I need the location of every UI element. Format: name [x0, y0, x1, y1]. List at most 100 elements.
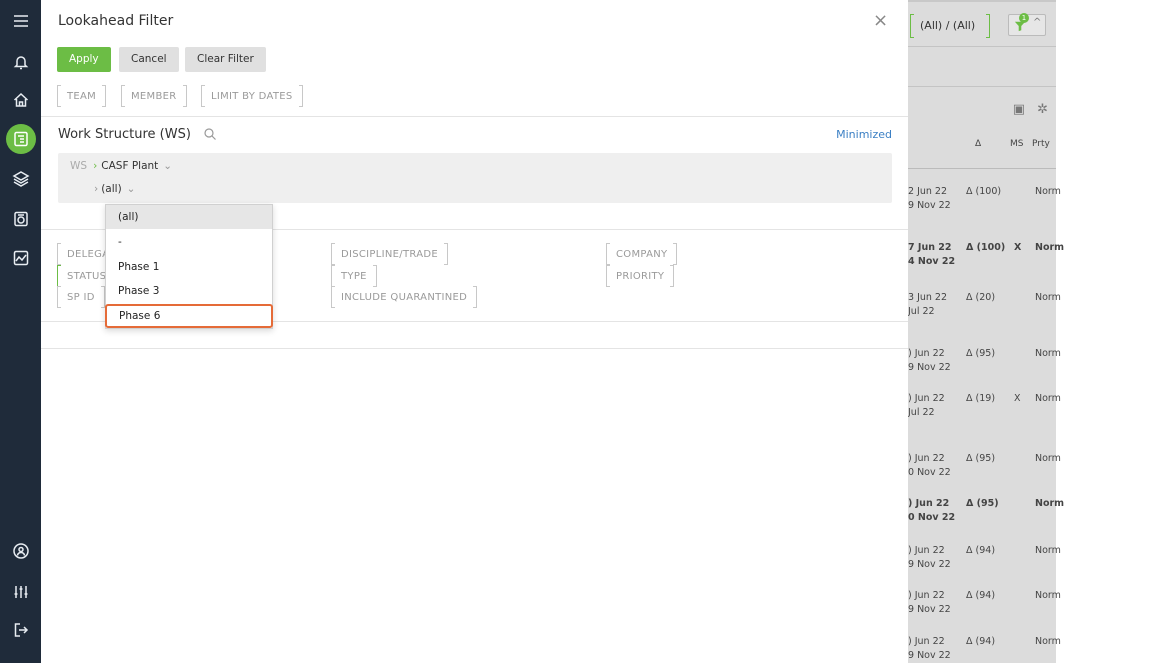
settings-sliders-icon[interactable] — [4, 577, 37, 607]
ms-header: MS — [1010, 139, 1024, 149]
finish-date-cell: 9 Nov 22 — [908, 650, 951, 661]
menu-icon[interactable] — [4, 6, 37, 36]
delta-cell: Δ (95) — [966, 453, 996, 464]
delta-cell: Δ (100) — [966, 242, 1006, 253]
ws-level2[interactable]: (all) — [101, 183, 121, 195]
type-label: TYPE — [341, 270, 367, 282]
dropdown-option-all[interactable]: (all) — [106, 205, 272, 229]
status-field[interactable]: STATUS — [57, 265, 106, 287]
limit-by-dates-field[interactable]: LIMIT BY DATES — [201, 85, 303, 107]
bg-filter-button[interactable]: 1 ^ — [1008, 13, 1046, 36]
clear-filter-button[interactable]: Clear Filter — [185, 47, 266, 72]
start-date-cell: ) Jun 22 — [908, 348, 945, 359]
priority-label: PRIORITY — [616, 270, 665, 282]
priority-field[interactable]: PRIORITY — [606, 265, 675, 287]
delegate-field[interactable]: DELEGA — [57, 243, 109, 265]
priority-cell: Norm — [1035, 545, 1061, 556]
bg-bracket-right — [986, 14, 990, 38]
priority-cell: Norm — [1035, 393, 1061, 404]
start-date-cell: ) Jun 22 — [908, 498, 950, 509]
delta-cell: Δ (100) — [966, 186, 1002, 197]
user-icon[interactable] — [4, 536, 37, 566]
bg-bracket-left — [910, 14, 914, 38]
bg-filter-value[interactable]: (All) / (All) — [920, 19, 975, 32]
delta-cell: Δ (94) — [966, 590, 996, 601]
bg-table-header: Δ MS Prty — [908, 139, 1056, 153]
finish-date-cell: 9 Nov 22 — [908, 559, 951, 570]
search-icon[interactable] — [203, 127, 217, 141]
member-label: MEMBER — [131, 90, 177, 102]
bg-tools: ▣ ✲ — [1013, 102, 1048, 117]
finish-date-cell: 0 Nov 22 — [908, 512, 956, 523]
delta-cell: Δ (94) — [966, 545, 996, 556]
discipline-trade-field[interactable]: DISCIPLINE/TRADE — [331, 243, 448, 265]
team-label: TEAM — [67, 90, 97, 102]
modal-title: Lookahead Filter — [58, 13, 174, 29]
delta-cell: Δ (19) — [966, 393, 996, 404]
bg-divider — [908, 86, 1056, 87]
gear-icon[interactable]: ✲ — [1037, 102, 1048, 117]
priority-cell: Norm — [1035, 453, 1061, 464]
sp-id-label: SP ID — [67, 291, 95, 303]
layers-icon[interactable] — [4, 164, 37, 194]
chevron-down-icon[interactable]: ⌄ — [163, 160, 172, 172]
status-label: STATUS — [67, 270, 107, 282]
start-date-cell: 2 Jun 22 — [908, 186, 948, 197]
minimized-link[interactable]: Minimized — [836, 128, 892, 141]
company-label: COMPANY — [616, 248, 668, 260]
chevron-down-icon[interactable]: ⌄ — [127, 183, 136, 195]
finish-date-cell: Jul 22 — [908, 306, 935, 317]
chevron-right-icon: › — [93, 160, 98, 172]
dropdown-option-phase-6[interactable]: Phase 6 — [105, 304, 273, 328]
team-field[interactable]: TEAM — [57, 85, 107, 107]
bg-divider — [908, 46, 1056, 47]
member-field[interactable]: MEMBER — [121, 85, 187, 107]
type-field[interactable]: TYPE — [331, 265, 377, 287]
delta-cell: Δ (95) — [966, 498, 999, 509]
priority-cell: Norm — [1035, 186, 1061, 197]
apply-button[interactable]: Apply — [57, 47, 111, 72]
left-sidebar — [0, 0, 41, 663]
home-icon[interactable] — [4, 85, 37, 115]
dropdown-option-dash[interactable]: - — [106, 230, 272, 254]
app-root: (All) / (All) 1 ^ ▣ ✲ Δ MS Prty 2 Jun 22… — [0, 0, 1170, 663]
finish-date-cell: 9 Nov 22 — [908, 200, 951, 211]
start-date-cell: 7 Jun 22 — [908, 242, 952, 253]
priority-cell: Norm — [1035, 590, 1061, 601]
priority-cell: Norm — [1035, 348, 1061, 359]
ws-sublevel: › (all) ⌄ — [94, 183, 135, 195]
finish-date-cell: 9 Nov 22 — [908, 362, 951, 373]
priority-cell: Norm — [1035, 242, 1065, 253]
finish-date-cell: 4 Nov 22 — [908, 256, 956, 267]
finish-date-cell: Jul 22 — [908, 407, 935, 418]
dropdown-option-phase-1[interactable]: Phase 1 — [106, 255, 272, 279]
chevron-right-icon: › — [94, 183, 99, 195]
dropdown-option-phase-3[interactable]: Phase 3 — [106, 279, 272, 303]
report-icon[interactable] — [4, 204, 37, 234]
logout-icon[interactable] — [4, 615, 37, 645]
ms-cell: X — [1014, 393, 1021, 404]
chevron-up-icon: ^ — [1033, 17, 1042, 28]
column-settings-icon[interactable]: ▣ — [1013, 102, 1025, 117]
bell-icon[interactable] — [4, 47, 37, 77]
ws-breadcrumb: WS › CASF Plant ⌄ — [70, 160, 172, 172]
close-icon[interactable]: × — [873, 10, 888, 31]
filter-count-badge: 1 — [1019, 13, 1029, 23]
include-quarantined-field[interactable]: INCLUDE QUARANTINED — [331, 286, 478, 308]
chart-icon[interactable] — [4, 243, 37, 273]
priority-cell: Norm — [1035, 292, 1061, 303]
company-field[interactable]: COMPANY — [606, 243, 678, 265]
cancel-button[interactable]: Cancel — [119, 47, 179, 72]
divider — [41, 116, 908, 117]
sp-id-field[interactable]: SP ID — [57, 286, 105, 308]
finish-date-cell: 9 Nov 22 — [908, 604, 951, 615]
start-date-cell: ) Jun 22 — [908, 636, 945, 647]
delegate-label: DELEGA — [67, 248, 110, 260]
lookahead-icon[interactable] — [4, 124, 37, 154]
ws-level1[interactable]: CASF Plant — [101, 160, 158, 172]
start-date-cell: 3 Jun 22 — [908, 292, 948, 303]
start-date-cell: ) Jun 22 — [908, 393, 945, 404]
ws-dropdown-menu: (all) - Phase 1 Phase 3 Phase 6 — [105, 204, 273, 329]
start-date-cell: ) Jun 22 — [908, 545, 945, 556]
discipline-trade-label: DISCIPLINE/TRADE — [341, 248, 438, 260]
